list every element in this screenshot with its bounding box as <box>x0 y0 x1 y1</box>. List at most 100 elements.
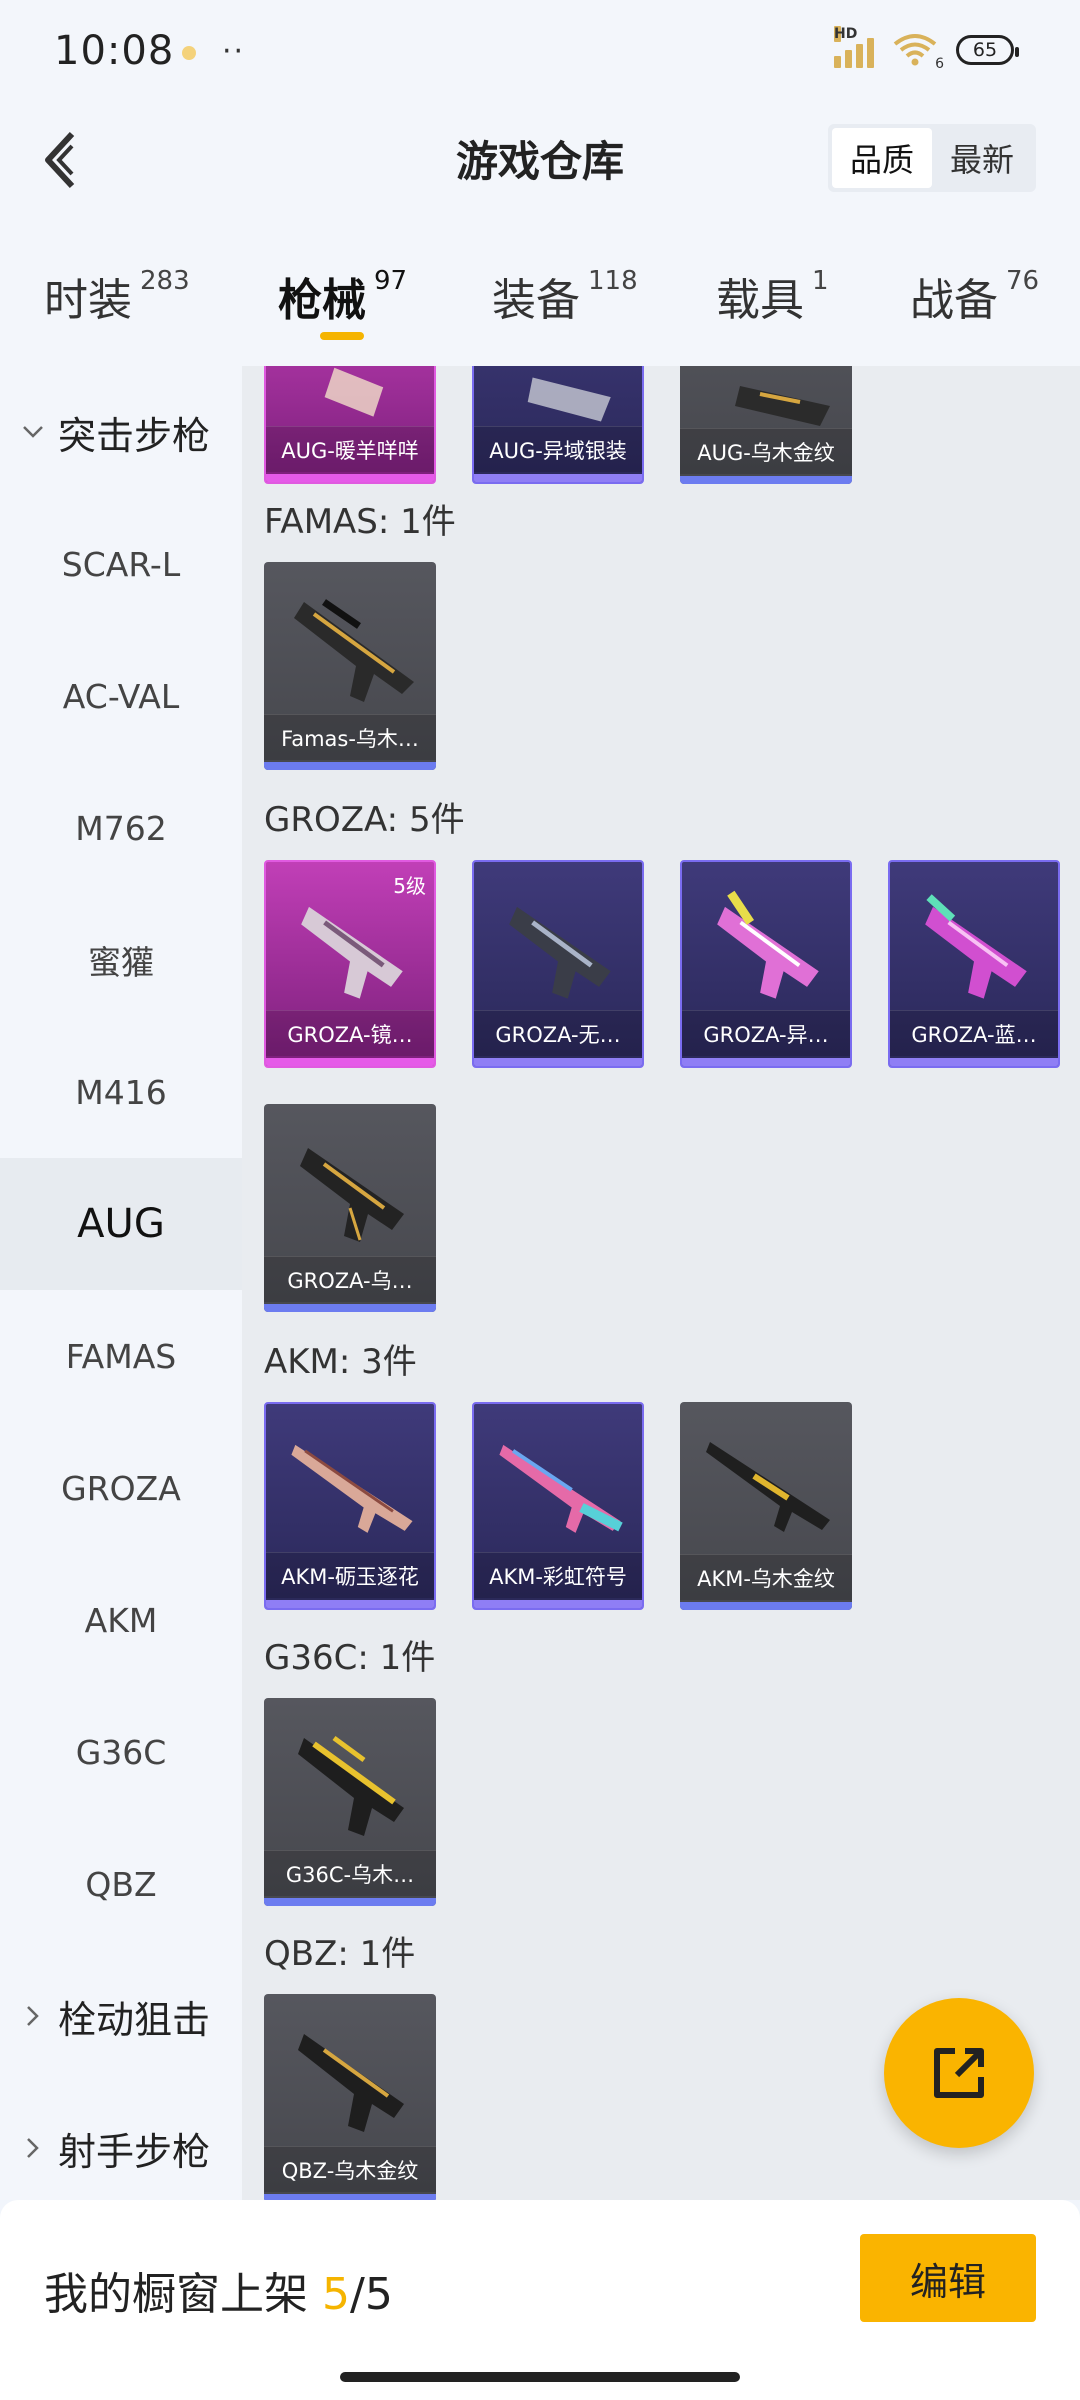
sidebar-item-aug[interactable]: AUG <box>0 1158 242 1290</box>
showcase-total: 5 <box>364 2269 393 2320</box>
tab-count: 283 <box>140 266 190 296</box>
weapon-card[interactable]: AKM-彩虹符号 <box>472 1402 644 1610</box>
gun-skin-image <box>298 2034 404 2132</box>
weapon-card[interactable]: AUG-暖羊咩咩 <box>264 366 436 484</box>
weapon-card[interactable]: QBZ-乌木金纹 <box>264 1994 436 2200</box>
weapon-card-label: QBZ-乌木金纹 <box>264 2146 436 2192</box>
group-title-g36c: G36C: 1件 <box>264 1638 436 1678</box>
rarity-bar <box>266 474 434 482</box>
gun-skin-image <box>291 1444 413 1533</box>
weapon-card-label: GROZA-蓝… <box>890 1010 1058 1056</box>
tab-guns[interactable]: 枪械 97 <box>278 264 407 328</box>
tab-count: 1 <box>812 266 829 296</box>
status-bar: 10:08 ·· HD 6 65 <box>0 0 1080 104</box>
sidebar-item-scar-l[interactable]: SCAR-L <box>0 498 242 630</box>
rarity-bar <box>682 1058 850 1066</box>
rarity-bar <box>264 1898 436 1906</box>
weapon-card-label: GROZA-无… <box>474 1010 642 1056</box>
tab-equipment[interactable]: 装备 118 <box>492 264 638 328</box>
showcase-separator: / <box>350 2269 365 2320</box>
category-marksman[interactable]: 射手步枪 <box>0 2082 242 2200</box>
sort-option-newest[interactable]: 最新 <box>932 128 1032 188</box>
battery-icon: 65 <box>956 35 1019 65</box>
chevron-left-icon <box>45 131 75 189</box>
sidebar-item-m762[interactable]: M762 <box>0 762 242 894</box>
showcase-label: 我的橱窗上架 5/5 <box>44 2258 393 2322</box>
home-indicator <box>340 2372 740 2382</box>
weapon-card-label: Famas-乌木… <box>264 714 436 760</box>
category-tabs: 时装 283 枪械 97 装备 118 载具 1 战备 76 <box>0 214 1080 366</box>
weapon-card[interactable]: AKM-砺玉逐花 <box>264 1402 436 1610</box>
tab-count: 118 <box>588 266 638 296</box>
showcase-text: 我的橱窗上架 <box>44 2269 308 2320</box>
weapon-card-label: AKM-彩虹符号 <box>474 1552 642 1598</box>
app-header: 游戏仓库 品质 最新 <box>0 104 1080 214</box>
tab-vehicles[interactable]: 载具 1 <box>716 264 829 328</box>
category-label: 栓动狙击 <box>58 1997 211 2042</box>
sidebar-item-g36c[interactable]: G36C <box>0 1686 242 1818</box>
share-external-icon <box>934 2048 984 2098</box>
gun-skin-image <box>300 1148 404 1242</box>
category-assault-rifles[interactable]: 突击步枪 <box>0 366 242 498</box>
weapon-card-label: AKM-乌木金纹 <box>680 1554 852 1600</box>
notification-dot-icon <box>182 46 196 60</box>
weapon-card-label: AUG-乌木金纹 <box>680 428 852 474</box>
weapon-card[interactable]: GROZA-异… <box>680 860 852 1068</box>
weapon-card[interactable]: Famas-乌木… <box>264 562 436 770</box>
category-label: 突击步枪 <box>58 413 211 458</box>
weapon-card[interactable]: AKM-乌木金纹 <box>680 1402 852 1610</box>
tab-label: 载具 <box>716 275 804 326</box>
weapon-card[interactable]: G36C-乌木… <box>264 1698 436 1906</box>
showcase-current: 5 <box>322 2269 350 2320</box>
weapon-card-label: AUG-异域银装 <box>474 426 642 472</box>
weapon-card[interactable]: GROZA-无… <box>472 860 644 1068</box>
weapon-card-label: AUG-暖羊咩咩 <box>266 426 434 472</box>
sort-option-quality[interactable]: 品质 <box>831 128 932 188</box>
signal-icon: HD <box>834 26 874 68</box>
group-title-qbz: QBZ: 1件 <box>264 1934 416 1974</box>
rarity-bar <box>474 1600 642 1608</box>
rarity-bar <box>680 1602 852 1610</box>
rarity-bar <box>474 1058 642 1066</box>
weapon-card-label: G36C-乌木… <box>264 1850 436 1896</box>
edit-button[interactable]: 编辑 <box>860 2234 1036 2322</box>
rarity-bar <box>474 474 642 482</box>
weapon-card[interactable]: GROZA-乌… <box>264 1104 436 1312</box>
tab-gear[interactable]: 战备 76 <box>910 264 1039 328</box>
weapon-card[interactable]: AUG-异域银装 <box>472 366 644 484</box>
gun-skin-image <box>509 906 611 999</box>
rarity-bar <box>264 1304 436 1312</box>
sidebar-item-m416[interactable]: M416 <box>0 1026 242 1158</box>
battery-level: 65 <box>972 39 998 61</box>
back-button[interactable] <box>28 124 92 196</box>
category-bolt-action[interactable]: 栓动狙击 <box>0 1950 242 2082</box>
status-icons: HD 6 65 <box>834 26 1019 72</box>
gun-skin-image <box>499 1444 623 1533</box>
gun-skin-image <box>925 894 1027 999</box>
sidebar-item-ac-val[interactable]: AC-VAL <box>0 630 242 762</box>
rarity-bar <box>680 476 852 484</box>
gun-skin-image <box>735 386 830 426</box>
share-button[interactable] <box>884 1998 1034 2148</box>
sidebar-item-famas[interactable]: FAMAS <box>0 1290 242 1422</box>
sidebar-item-akm[interactable]: AKM <box>0 1554 242 1686</box>
weapon-sidebar: 突击步枪 SCAR-L AC-VAL M762 蜜獾 M416 AUG FAMA… <box>0 366 242 2200</box>
tab-fashion[interactable]: 时装 283 <box>44 264 190 328</box>
weapon-card[interactable]: 5级 GROZA-镜… <box>264 860 436 1068</box>
weapon-card-label: GROZA-异… <box>682 1010 850 1056</box>
sidebar-item-groza[interactable]: GROZA <box>0 1422 242 1554</box>
gun-skin-image <box>298 1735 404 1836</box>
tab-label: 装备 <box>492 275 580 326</box>
signal-hd-label: HD <box>834 26 858 42</box>
wifi-icon: 6 <box>892 32 944 72</box>
wifi-label: 6 <box>935 56 944 72</box>
weapon-card[interactable]: GROZA-蓝… <box>888 860 1060 1068</box>
weapon-card[interactable]: AUG-乌木金纹 <box>680 366 852 484</box>
gun-skin-image <box>717 890 819 999</box>
weapon-grid: AUG-暖羊咩咩 AUG-异域银装 AUG-乌木金纹 FAMAS: 1件 Fam… <box>242 366 1080 2200</box>
group-title-akm: AKM: 3件 <box>264 1342 417 1382</box>
chevron-right-icon <box>20 2135 46 2161</box>
sidebar-item-honey-badger[interactable]: 蜜獾 <box>0 894 242 1026</box>
sidebar-item-qbz[interactable]: QBZ <box>0 1818 242 1950</box>
weapon-card-label: GROZA-乌… <box>264 1256 436 1302</box>
